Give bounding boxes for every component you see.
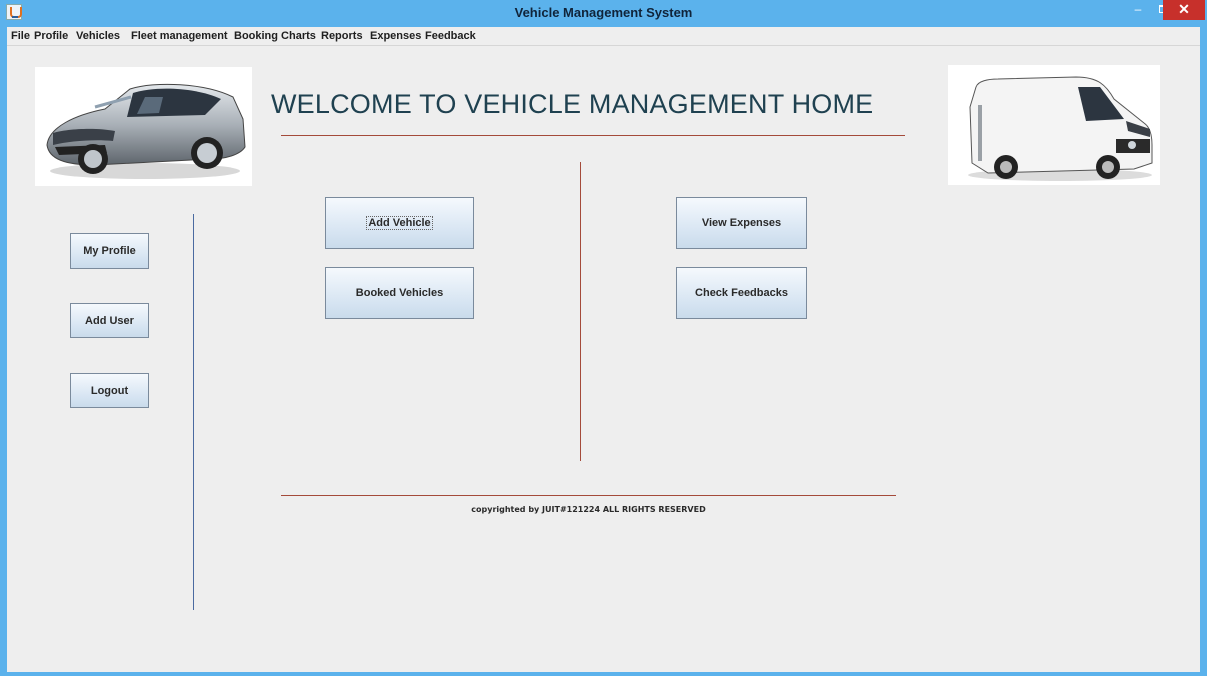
- car-image: [35, 67, 252, 186]
- add-user-button[interactable]: Add User: [70, 303, 149, 338]
- page-title: WELCOME TO VEHICLE MANAGEMENT HOME: [271, 89, 874, 119]
- menu-file[interactable]: File: [11, 30, 30, 42]
- menu-reports[interactable]: Reports: [321, 30, 363, 42]
- van-icon: [968, 76, 1153, 181]
- window-title: Vehicle Management System: [514, 5, 693, 20]
- check-feedbacks-label: Check Feedbacks: [695, 287, 788, 299]
- footer-divider: [281, 495, 896, 496]
- my-profile-label: My Profile: [83, 245, 136, 257]
- booked-vehicles-label: Booked Vehicles: [355, 287, 444, 299]
- add-vehicle-button[interactable]: Add Vehicle: [325, 197, 474, 249]
- minimize-button[interactable]: –: [1125, 0, 1151, 20]
- booked-vehicles-button[interactable]: Booked Vehicles: [325, 267, 474, 319]
- van-image: [948, 65, 1160, 185]
- menu-vehicles[interactable]: Vehicles: [76, 30, 120, 42]
- logout-button[interactable]: Logout: [70, 373, 149, 408]
- menu-expenses[interactable]: Expenses: [370, 30, 421, 42]
- close-button[interactable]: ✕: [1163, 0, 1205, 20]
- my-profile-button[interactable]: My Profile: [70, 233, 149, 269]
- sidebar-divider: [193, 214, 194, 610]
- menu-bar: File Profile Vehicles Fleet management B…: [7, 27, 1200, 46]
- center-divider: [580, 162, 581, 461]
- menu-feedback[interactable]: Feedback: [425, 30, 476, 42]
- copyright-text: copyrighted by JUIT#121224 ALL RIGHTS RE…: [471, 505, 706, 514]
- menu-profile[interactable]: Profile: [34, 30, 68, 42]
- view-expenses-label: View Expenses: [701, 217, 782, 229]
- title-divider: [281, 135, 905, 136]
- check-feedbacks-button[interactable]: Check Feedbacks: [676, 267, 807, 319]
- view-expenses-button[interactable]: View Expenses: [676, 197, 807, 249]
- menu-fleet-management[interactable]: Fleet management: [131, 30, 228, 42]
- sedan-car-icon: [46, 83, 246, 179]
- application-window: Vehicle Management System – ✕ File Profi…: [0, 0, 1207, 676]
- add-user-label: Add User: [85, 314, 134, 327]
- logout-label: Logout: [90, 384, 129, 397]
- title-bar[interactable]: Vehicle Management System – ✕: [0, 0, 1207, 27]
- main-panel: File Profile Vehicles Fleet management B…: [7, 27, 1200, 672]
- add-vehicle-label: Add Vehicle: [366, 216, 433, 230]
- menu-booking-charts[interactable]: Booking Charts: [234, 30, 316, 42]
